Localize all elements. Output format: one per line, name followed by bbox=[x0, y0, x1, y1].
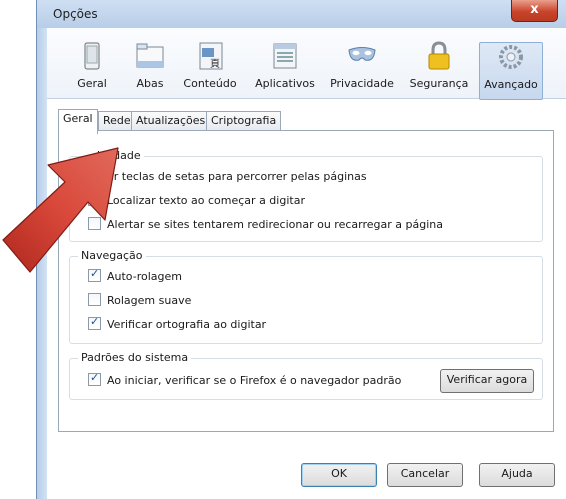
ok-button[interactable]: OK bbox=[301, 463, 377, 487]
check-now-button[interactable]: Verificar agora bbox=[440, 369, 534, 393]
toolbar-label-seguranca: Segurança bbox=[409, 77, 469, 90]
checkbox-checked[interactable] bbox=[88, 370, 101, 386]
toolbar-item-geral[interactable]: Geral bbox=[70, 40, 114, 96]
toolbar-label-privacidade: Privacidade bbox=[330, 77, 394, 90]
option-label: Rolagem suave bbox=[107, 294, 192, 307]
title-bar[interactable]: Opções x bbox=[37, 0, 566, 29]
toolbar-item-seguranca[interactable]: Segurança bbox=[408, 40, 470, 96]
padlock-icon bbox=[423, 40, 455, 72]
toolbar-item-aplicativos[interactable]: Aplicativos bbox=[252, 40, 318, 96]
toolbar-label-abas: Abas bbox=[136, 77, 164, 90]
tabs-icon bbox=[134, 40, 166, 72]
window-title: Opções bbox=[53, 7, 98, 21]
option-label: Verificar ortografia ao digitar bbox=[107, 318, 267, 331]
content-icon: 頁 bbox=[194, 40, 226, 72]
toolbar-label-conteudo: Conteúdo bbox=[183, 77, 237, 90]
privacy-mask-icon bbox=[346, 40, 378, 72]
toolbar-label-avancado: Avançado bbox=[484, 78, 538, 91]
applications-icon bbox=[269, 40, 301, 72]
group-system-defaults: Padrões do sistema Ao iniciar, verificar… bbox=[69, 351, 543, 400]
toolbar-item-privacidade[interactable]: Privacidade bbox=[327, 40, 397, 96]
tab-geral[interactable]: Geral bbox=[58, 109, 98, 134]
general-icon bbox=[76, 40, 108, 72]
option-default-browser-check[interactable]: Ao iniciar, verificar se o Firefox é o n… bbox=[88, 370, 402, 389]
option-smooth-scroll[interactable]: Rolagem suave bbox=[88, 293, 191, 309]
checkbox-checked[interactable] bbox=[88, 314, 101, 330]
toolbar-item-abas[interactable]: Abas bbox=[128, 40, 172, 96]
close-button[interactable]: x bbox=[511, 0, 558, 22]
tab-criptografia[interactable]: Criptografia bbox=[206, 111, 282, 132]
option-label: Ao iniciar, verificar se o Firefox é o n… bbox=[107, 374, 402, 387]
help-button[interactable]: Ajuda bbox=[479, 463, 555, 487]
cancel-button[interactable]: Cancelar bbox=[387, 463, 463, 487]
options-toolbar: Geral Abas 頁 Conteúdo Aplicativos Privac… bbox=[47, 28, 566, 100]
gears-icon bbox=[495, 41, 527, 73]
option-spellcheck[interactable]: Verificar ortografia ao digitar bbox=[88, 314, 267, 333]
svg-text:頁: 頁 bbox=[210, 58, 220, 70]
checkbox[interactable] bbox=[88, 293, 101, 306]
toolbar-item-conteudo[interactable]: 頁 Conteúdo bbox=[180, 40, 240, 96]
toolbar-label-aplicativos: Aplicativos bbox=[255, 77, 315, 90]
toolbar-item-avancado[interactable]: Avançado bbox=[479, 42, 543, 100]
toolbar-label-geral: Geral bbox=[77, 77, 107, 90]
group-title-system-defaults: Padrões do sistema bbox=[78, 351, 192, 364]
